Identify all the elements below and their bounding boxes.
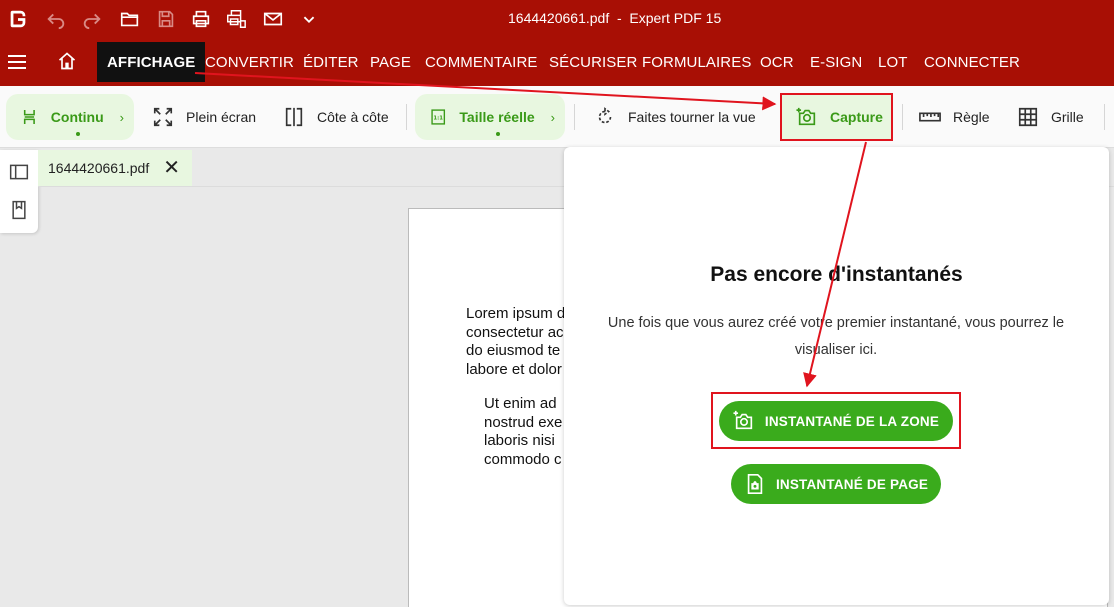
plein-ecran-label: Plein écran	[186, 109, 257, 125]
menu-lot[interactable]: LOT	[878, 54, 907, 71]
menu-editer[interactable]: ÉDITER	[303, 54, 359, 71]
snapshot-empty-title: Pas encore d'instantanés	[710, 263, 963, 286]
rotate-view-label: Faites tourner la vue	[628, 109, 756, 125]
continuous-scroll-icon	[23, 109, 35, 125]
taille-reelle-label: Taille réelle	[459, 109, 535, 125]
toolbar-separator	[902, 104, 903, 130]
title-bar: 1644420661.pdf - Expert PDF 15	[0, 0, 1114, 38]
menu-e-sign[interactable]: E-SIGN	[810, 54, 862, 71]
taille-reelle-button[interactable]: 1:1 Taille réelle ›	[415, 94, 565, 140]
page-snapshot-label: INSTANTANÉ DE PAGE	[775, 476, 929, 492]
menu-convertir[interactable]: CONVERTIR	[205, 54, 294, 71]
grille-label: Grille	[1051, 109, 1084, 125]
svg-text:1:1: 1:1	[433, 115, 443, 121]
capture-label: Capture	[830, 109, 883, 125]
cote-a-cote-button[interactable]: Côte à côte	[283, 94, 389, 140]
ruler-icon	[919, 112, 941, 122]
side-panel	[0, 150, 38, 233]
page-camera-icon	[747, 474, 763, 494]
camera-plus-icon	[796, 107, 816, 126]
chevron-right-icon: ›	[550, 109, 555, 125]
menu-bar: AFFICHAGE CONVERTIR ÉDITER PAGE COMMENTA…	[0, 38, 1114, 86]
document-paragraph: Lorem ipsum d consectetur ac do eiusmod …	[466, 305, 566, 378]
actual-size-icon: 1:1	[431, 109, 446, 125]
sidebar-toggle-icon[interactable]	[9, 162, 29, 182]
cote-a-cote-label: Côte à côte	[317, 109, 389, 125]
toolbar-separator	[1104, 104, 1105, 130]
menu-commentaire[interactable]: COMMENTAIRE	[425, 54, 538, 71]
rotate-view-button[interactable]: Faites tourner la vue	[594, 94, 756, 140]
regle-button[interactable]: Règle	[919, 94, 990, 140]
continu-button[interactable]: Continu ›	[6, 94, 134, 140]
active-dot	[76, 132, 80, 136]
grid-icon	[1018, 107, 1038, 127]
window-title: 1644420661.pdf - Expert PDF 15	[508, 10, 722, 26]
grille-button[interactable]: Grille	[1017, 94, 1084, 140]
menu-securiser[interactable]: SÉCURISER	[549, 54, 637, 71]
home-icon[interactable]	[57, 51, 77, 71]
capture-button[interactable]: Capture	[780, 93, 893, 141]
plein-ecran-button[interactable]: Plein écran	[152, 94, 256, 140]
menu-formulaires[interactable]: FORMULAIRES	[642, 54, 751, 71]
chevron-right-icon: ›	[119, 109, 124, 125]
snapshot-empty-description: Une fois que vous aurez créé votre premi…	[607, 315, 1065, 358]
close-icon[interactable]: ✕	[163, 158, 180, 178]
snapshot-panel: Pas encore d'instantanés Une fois que vo…	[564, 147, 1109, 605]
menu-affichage[interactable]: AFFICHAGE	[97, 42, 206, 82]
toolbar-separator	[574, 104, 575, 130]
active-dot	[496, 132, 500, 136]
ribbon-toolbar: Continu › Plein écran Côte à côte 1:1 Ta…	[0, 86, 1114, 148]
fullscreen-icon	[153, 107, 173, 127]
bookmark-icon[interactable]	[9, 200, 29, 220]
menu-page[interactable]: PAGE	[370, 54, 411, 71]
rotate-icon	[598, 107, 612, 124]
document-tab-filename: 1644420661.pdf	[48, 160, 150, 176]
menu-connecter[interactable]: CONNECTER	[924, 54, 1020, 71]
app-window: 1644420661.pdf - Expert PDF 15 AFFICHAGE…	[0, 0, 1114, 607]
menu-ocr[interactable]: OCR	[760, 54, 794, 71]
continu-label: Continu	[50, 109, 104, 125]
regle-label: Règle	[953, 109, 990, 125]
document-tab[interactable]: 1644420661.pdf ✕	[38, 150, 192, 186]
document-list-paragraph: Ut enim ad nostrud exe laboris nisi comm…	[484, 395, 563, 468]
zone-button-highlight	[711, 392, 961, 449]
side-by-side-icon	[285, 107, 303, 127]
page-snapshot-button[interactable]: INSTANTANÉ DE PAGE	[731, 464, 941, 504]
toolbar-separator	[406, 104, 407, 130]
hamburger-menu-icon[interactable]	[8, 55, 26, 69]
